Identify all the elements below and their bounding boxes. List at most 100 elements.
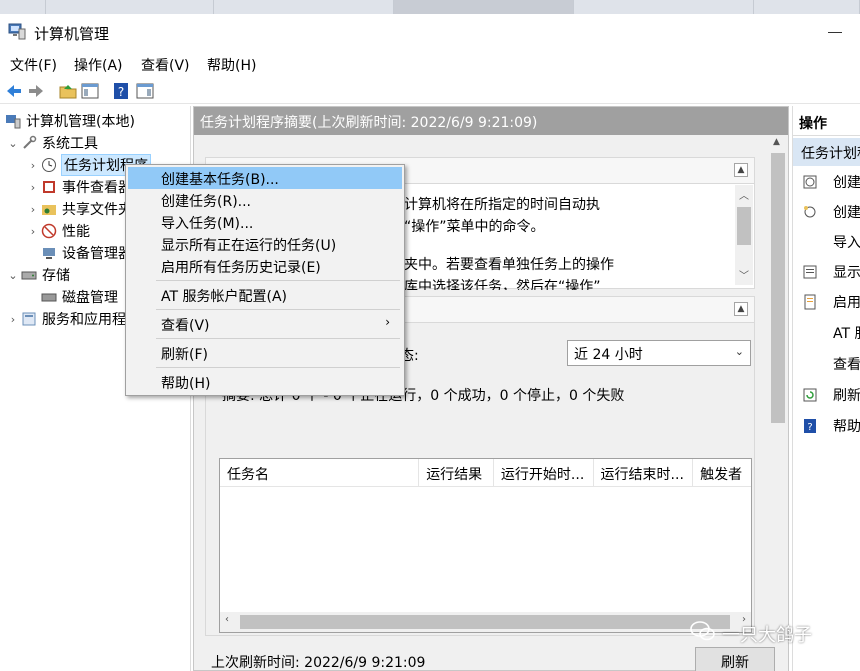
center-pane-header: 任务计划程序摘要(上次刷新时间: 2022/6/9 9:21:09) <box>194 107 788 135</box>
expand-chevron-icon[interactable]: › <box>26 181 40 194</box>
action-create-basic-task[interactable]: 创建基本任务... <box>801 171 860 193</box>
action-enable-history[interactable]: 启用所有任务历史记录 <box>801 291 860 313</box>
action-refresh[interactable]: 刷新 <box>801 384 860 406</box>
menu-item-at-service-config[interactable]: AT 服务帐户配置(A) <box>128 284 402 306</box>
window-titlebar: 计算机管理 <box>0 14 860 50</box>
storage-icon <box>20 266 38 284</box>
column-header[interactable]: 运行结束时... <box>594 459 694 487</box>
browser-tab[interactable] <box>394 0 574 14</box>
actions-subheader[interactable]: 任务计划程序 <box>793 138 860 166</box>
overview-scrollbar[interactable]: ︿ ﹀ <box>735 185 753 285</box>
action-at-service-config[interactable]: AT 服务帐户配置 <box>801 322 860 344</box>
scroll-left-arrow-icon[interactable]: ‹ <box>225 614 229 625</box>
scrollbar-thumb[interactable] <box>771 153 785 423</box>
device-manager-icon <box>40 244 58 262</box>
action-label: 刷新 <box>833 388 860 404</box>
scrollbar-thumb[interactable] <box>737 207 751 245</box>
tree-item-device-manager[interactable]: 设备管理器 <box>40 242 132 264</box>
toolbar: ? <box>0 78 860 104</box>
action-label: 创建基本任务... <box>833 175 860 191</box>
shared-folder-icon <box>40 200 58 218</box>
last-refresh-time: 上次刷新时间: 2022/6/9 9:21:09 <box>211 655 426 671</box>
menu-bar: 文件(F) 操作(A) 查看(V) 帮助(H) <box>0 52 860 78</box>
minimize-button[interactable] <box>828 32 842 33</box>
collapse-chevron-icon[interactable]: ⌄ <box>6 137 20 150</box>
menu-item-display-running[interactable]: 显示所有正在运行的任务(U) <box>128 233 402 255</box>
table-horizontal-scrollbar[interactable]: ‹ › <box>220 612 751 632</box>
tree-item-services-apps[interactable]: › 服务和应用程序 <box>6 308 140 330</box>
action-display-running[interactable]: 显示所有正在运行的任务 <box>801 261 860 283</box>
create-task-icon <box>801 203 819 221</box>
action-label: 导入任务... <box>833 235 860 251</box>
chevron-down-icon: ⌄ <box>734 345 744 358</box>
performance-icon <box>40 222 58 240</box>
scroll-down-arrow-icon[interactable]: ﹀ <box>739 267 749 282</box>
menu-item-import-task[interactable]: 导入任务(M)... <box>128 211 402 233</box>
menu-item-help[interactable]: 帮助(H) <box>128 371 402 393</box>
collapse-section-icon[interactable]: ▲ <box>734 163 748 177</box>
tree-item-label: 设备管理器 <box>62 246 132 262</box>
menu-item-enable-history[interactable]: 启用所有任务历史记录(E) <box>128 255 402 277</box>
actions-pane: 操作 任务计划程序 创建基本任务... 创建任务... 导入任务... 显示所有… <box>792 106 860 671</box>
browser-tab[interactable] <box>574 0 754 14</box>
time-range-dropdown[interactable]: 近 24 小时 ⌄ <box>567 340 751 366</box>
menu-item-create-basic-task[interactable]: 创建基本任务(B)... <box>128 167 402 189</box>
column-header[interactable]: 任务名 <box>220 459 420 487</box>
actions-header: 操作 <box>793 106 860 136</box>
svg-text:?: ? <box>118 85 124 99</box>
tree-item-storage[interactable]: ⌄ 存储 <box>6 264 70 286</box>
menu-help[interactable]: 帮助(H) <box>207 55 256 75</box>
tree-item-root[interactable]: 计算机管理(本地) <box>4 110 135 132</box>
running-tasks-icon <box>801 263 819 281</box>
refresh-icon <box>801 386 819 404</box>
menu-separator <box>156 280 400 281</box>
menu-view[interactable]: 查看(V) <box>141 55 190 75</box>
browser-tab[interactable] <box>754 0 860 14</box>
expand-chevron-icon[interactable]: › <box>26 203 40 216</box>
expand-chevron-icon[interactable]: › <box>6 313 20 326</box>
column-header[interactable]: 运行结果 <box>419 459 494 487</box>
expand-chevron-icon[interactable]: › <box>26 225 40 238</box>
show-hide-console-tree-icon[interactable] <box>80 81 100 101</box>
collapse-chevron-icon[interactable]: ⌄ <box>6 269 20 282</box>
show-hide-action-pane-icon[interactable] <box>135 81 155 101</box>
disk-icon <box>40 288 58 306</box>
help-icon[interactable]: ? <box>111 81 131 101</box>
column-header[interactable]: 运行开始时... <box>494 459 594 487</box>
wechat-icon <box>690 620 716 647</box>
collapse-section-icon[interactable]: ▲ <box>734 302 748 316</box>
action-view[interactable]: 查看 <box>801 353 860 375</box>
menu-action[interactable]: 操作(A) <box>74 55 123 75</box>
action-import-task[interactable]: 导入任务... <box>801 231 860 253</box>
tree-item-disk-management[interactable]: 磁盘管理 <box>40 286 118 308</box>
column-header[interactable]: 触发者 <box>693 459 751 487</box>
dropdown-value: 近 24 小时 <box>574 347 643 363</box>
tree-item-label: 共享文件夹 <box>62 202 132 218</box>
browser-tab[interactable] <box>214 0 394 14</box>
up-folder-icon[interactable] <box>58 81 78 101</box>
expand-chevron-icon[interactable]: › <box>26 159 40 172</box>
browser-tab[interactable] <box>46 0 214 14</box>
tree-item-system-tools[interactable]: ⌄ 系统工具 <box>6 132 98 154</box>
scrollbar-thumb[interactable] <box>240 615 730 629</box>
watermark: 一只大鸽子 <box>690 620 812 647</box>
scroll-up-arrow-icon[interactable]: ︿ <box>739 187 749 202</box>
browser-tab[interactable] <box>0 0 46 14</box>
action-create-task[interactable]: 创建任务... <box>801 201 860 223</box>
history-icon <box>801 293 819 311</box>
tree-item-label: 系统工具 <box>42 136 98 152</box>
tree-item-label: 计算机管理(本地) <box>26 114 135 130</box>
menu-item-refresh[interactable]: 刷新(F) <box>128 342 402 364</box>
back-arrow-icon[interactable] <box>4 81 24 101</box>
tree-item-shared-folders[interactable]: › 共享文件夹 <box>26 198 132 220</box>
scroll-up-arrow-icon[interactable]: ▲ <box>773 137 780 147</box>
menu-item-view[interactable]: 查看(V) › <box>128 313 402 335</box>
tree-item-performance[interactable]: › 性能 <box>26 220 90 242</box>
tree-item-event-viewer[interactable]: › 事件查看器 <box>26 176 132 198</box>
action-help[interactable]: ? 帮助 <box>801 415 860 437</box>
menu-file[interactable]: 文件(F) <box>10 55 57 75</box>
menu-item-create-task[interactable]: 创建任务(R)... <box>128 189 402 211</box>
center-vertical-scrollbar[interactable]: ▲ <box>768 135 788 671</box>
refresh-button[interactable]: 刷新 <box>695 647 775 671</box>
forward-arrow-icon[interactable] <box>26 81 46 101</box>
